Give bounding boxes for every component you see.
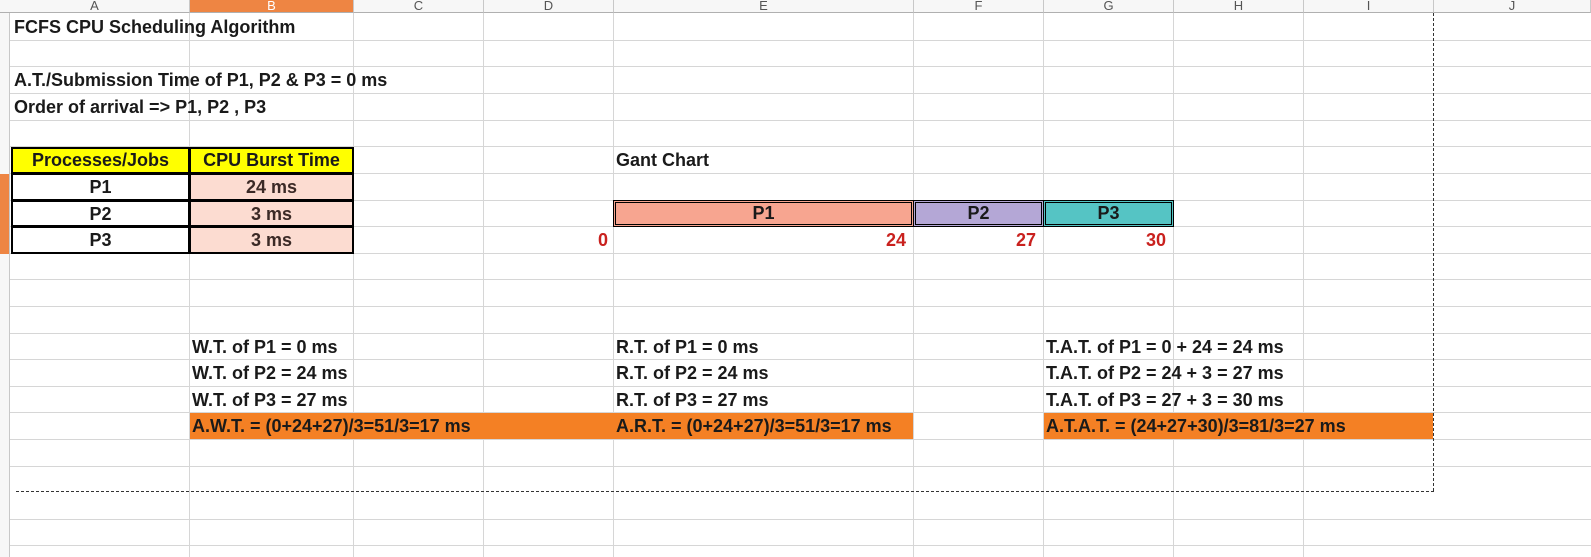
gantt-title: Gant Chart <box>616 150 710 170</box>
arrival-note: A.T./Submission Time of P1, P2 & P3 = 0 … <box>14 70 388 90</box>
awt-formula: A.W.T. = (0+24+27)/3=51/3=17 ms <box>192 416 471 436</box>
wt-p3: W.T. of P3 = 27 ms <box>192 390 348 410</box>
page-break-horizontal <box>16 491 1434 492</box>
column-header-e[interactable]: E <box>614 0 914 13</box>
column-header-g[interactable]: G <box>1044 0 1174 13</box>
gridline <box>10 466 1591 467</box>
column-header-d[interactable]: D <box>484 0 614 13</box>
gridline <box>613 13 614 557</box>
gridline <box>10 439 1591 440</box>
column-header-b[interactable]: B <box>190 0 354 13</box>
gridline <box>10 519 1591 520</box>
row-header-selected-1[interactable] <box>0 174 10 200</box>
table-cell-process-p1[interactable]: P1 <box>11 173 190 201</box>
gantt-time-24: 24 <box>886 230 907 250</box>
tat-p1: T.A.T. of P1 = 0 + 24 = 24 ms <box>1046 337 1284 357</box>
gridline <box>483 13 484 557</box>
column-header-j[interactable]: J <box>1434 0 1591 13</box>
gridline <box>10 120 1591 121</box>
gridline <box>1173 13 1174 557</box>
tat-p2: T.A.T. of P2 = 24 + 3 = 27 ms <box>1046 363 1284 383</box>
row-header-selected-3[interactable] <box>0 227 10 254</box>
gridline <box>353 13 354 557</box>
column-header-i[interactable]: I <box>1304 0 1434 13</box>
gridline <box>10 279 1591 280</box>
gantt-block-p1[interactable]: P1 <box>613 200 914 227</box>
spreadsheet[interactable]: A B C D E F G H I J FCFS CPU Scheduling … <box>0 0 1591 557</box>
column-header-a[interactable]: A <box>0 0 190 13</box>
rt-p2: R.T. of P2 = 24 ms <box>616 363 769 383</box>
tat-p3: T.A.T. of P3 = 27 + 3 = 30 ms <box>1046 390 1284 410</box>
wt-p2: W.T. of P2 = 24 ms <box>192 363 348 383</box>
row-headers[interactable] <box>0 13 10 557</box>
gridline <box>10 306 1591 307</box>
wt-p1: W.T. of P1 = 0 ms <box>192 337 338 357</box>
gantt-block-p3[interactable]: P3 <box>1043 200 1174 227</box>
gantt-time-30: 30 <box>1146 230 1167 250</box>
sheet-title: FCFS CPU Scheduling Algorithm <box>14 17 296 37</box>
atat-formula: A.T.A.T. = (24+27+30)/3=81/3=27 ms <box>1046 416 1346 436</box>
table-cell-burst-p2[interactable]: 3 ms <box>189 200 354 227</box>
gridline <box>1303 13 1304 557</box>
gantt-time-0: 0 <box>598 230 609 250</box>
table-header-process[interactable]: Processes/Jobs <box>11 147 190 174</box>
table-cell-burst-p3[interactable]: 3 ms <box>189 226 354 254</box>
gridline <box>10 40 1591 41</box>
table-cell-burst-p1[interactable]: 24 ms <box>189 173 354 201</box>
column-header-f[interactable]: F <box>914 0 1044 13</box>
art-formula: A.R.T. = (0+24+27)/3=51/3=17 ms <box>616 416 892 436</box>
column-header-h[interactable]: H <box>1174 0 1304 13</box>
rt-p1: R.T. of P1 = 0 ms <box>616 337 759 357</box>
gridline <box>1043 13 1044 557</box>
table-header-burst[interactable]: CPU Burst Time <box>189 147 354 174</box>
gantt-time-27: 27 <box>1016 230 1037 250</box>
gridline <box>10 545 1591 546</box>
table-cell-process-p3[interactable]: P3 <box>11 226 190 254</box>
table-cell-process-p2[interactable]: P2 <box>11 200 190 227</box>
order-note: Order of arrival => P1, P2 , P3 <box>14 97 267 117</box>
column-header-c[interactable]: C <box>354 0 484 13</box>
row-header-selected-2[interactable] <box>0 200 10 227</box>
gantt-block-p2[interactable]: P2 <box>913 200 1044 227</box>
page-break-vertical <box>1433 13 1434 491</box>
gridline <box>913 13 914 557</box>
rt-p3: R.T. of P3 = 27 ms <box>616 390 769 410</box>
